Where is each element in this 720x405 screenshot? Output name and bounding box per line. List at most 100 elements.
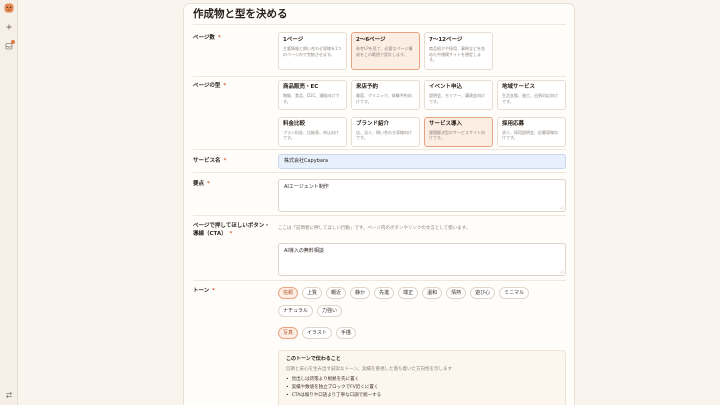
form-card: 作成物と型を決める ページ数 * 1ページ 主要情報と問い合わせ導線を1つのペー… — [183, 3, 575, 405]
tone-chips: 信頼 上質 親近 静か 先進 端正 温和 情熱 遊び心 ミニマル ナチュラル 力… — [278, 287, 566, 317]
option-title: 1ページ — [283, 37, 304, 43]
field-label: ページの型 * — [193, 82, 278, 149]
page-type-option[interactable]: 採用応募 求人、採用説明会、応募導線向けです。 — [497, 116, 566, 147]
field-label: 要点 * — [193, 180, 278, 215]
service-name-input[interactable]: 株式会社Capybara — [278, 154, 566, 169]
tone-chip[interactable]: 先進 — [374, 287, 395, 299]
card-header: 作成物と型を決める — [193, 4, 566, 25]
inbox-icon[interactable] — [5, 40, 15, 50]
page-count-field: ページ数 * 1ページ 主要情報と問い合わせ導線を1つのページ内で完結させます。… — [193, 25, 566, 77]
media-style-chips: 写真 イラスト 手描 — [278, 327, 566, 339]
option-title: ブランド紹介 — [356, 120, 390, 127]
key-points-textarea[interactable]: AIエージェント制作 — [278, 179, 566, 212]
sparkle-plus-icon[interactable] — [5, 23, 13, 31]
service-name-field: サービス名 * 株式会社Capybara — [193, 150, 566, 173]
media-chip[interactable]: 手描 — [335, 327, 356, 339]
option-description: 美容、クリニック、体験予約向けです。 — [356, 93, 412, 104]
option-description: 主要情報と問い合わせ導線を1つのページ内で完結させます。 — [283, 46, 342, 57]
service-name-control: 株式会社Capybara — [278, 154, 566, 172]
field-label-text: サービス名 — [193, 158, 221, 164]
field-label: ページで押してほしいボタン・導線（CTA） * — [193, 222, 278, 280]
cta-field: ページで押してほしいボタン・導線（CTA） * ここは「訪問者に押してほしい行動… — [193, 216, 566, 281]
notification-badge — [11, 40, 15, 44]
swap-arrows-icon[interactable] — [5, 391, 13, 399]
page-count-option[interactable]: 7〜12ページ 商品紹介や採用、事例などを含めた中規模サイトを想定します。 — [424, 32, 493, 70]
required-mark: * — [212, 288, 216, 294]
required-mark: * — [223, 158, 227, 164]
app-logo-icon[interactable] — [4, 3, 14, 13]
field-label-text: ページの型 — [193, 83, 221, 89]
option-description: 生活支援、施工、出張対応向けです。 — [502, 93, 558, 104]
tone-info-box: このトーンで伝わること 信頼と安心を生み出す誠実なトーン。実績を重視した落ち着い… — [278, 350, 566, 405]
option-title: 採用応募 — [502, 120, 525, 127]
tone-info-bullet: 見出しは誇張より根拠を先に置く — [286, 376, 558, 384]
option-description: 物販、食品、D2C、通販向けです。 — [283, 93, 340, 104]
tone-chip[interactable]: 情熱 — [446, 287, 467, 299]
field-label-text: 要点 — [193, 181, 205, 187]
key-points-control: AIエージェント制作 — [278, 179, 566, 215]
key-points-value: AIエージェント制作 — [284, 184, 329, 190]
page-type-option[interactable]: サービス導入 課題解決型のサービスサイト向けです。 — [424, 116, 493, 147]
field-label-text: ページ数 — [193, 35, 215, 41]
field-label: サービス名 * — [193, 157, 278, 172]
tone-chip[interactable]: ナチュラル — [278, 305, 314, 317]
required-mark: * — [217, 35, 221, 41]
resize-grip-icon[interactable] — [559, 205, 564, 210]
option-title: 商品販売・EC — [283, 84, 319, 90]
media-chip[interactable]: イラスト — [302, 327, 332, 339]
option-description: 求人、採用説明会、応募導線向けです。 — [502, 129, 558, 141]
page-type-option[interactable]: イベント申込 説明会、セミナー、講演会向けです。 — [424, 80, 493, 110]
resize-grip-icon[interactable] — [559, 269, 564, 274]
tone-info-list: 見出しは誇張より根拠を先に置く 実績や数値を独立ブロックでFV近くに置く CTA… — [286, 376, 558, 400]
option-title: イベント申込 — [429, 84, 463, 90]
option-description: 店、法人、問い合わせ導線向けです。 — [356, 129, 412, 141]
tone-chip[interactable]: 温和 — [422, 287, 443, 299]
cta-help-text: ここは「訪問者に押してほしい行動」です。ページ内のボタンやリンクの文言として使い… — [278, 226, 471, 231]
option-title: 来店予約 — [356, 84, 379, 90]
key-points-field: 要点 * AIエージェント制作 — [193, 173, 566, 216]
tone-control: 信頼 上質 親近 静か 先進 端正 温和 情熱 遊び心 ミニマル ナチュラル 力… — [278, 287, 566, 405]
page-count-options: 1ページ 主要情報と問い合わせ導線を1つのページ内で完結させます。 2〜6ページ… — [278, 32, 566, 76]
tone-info-description: 信頼と安心を生み出す誠実なトーン。実績を重視した落ち着いた方向性を示します — [286, 367, 453, 372]
tone-chip[interactable]: 端正 — [398, 287, 419, 299]
tone-info-title: このトーンで伝わること — [286, 356, 341, 362]
option-title: 7〜12ページ — [429, 37, 463, 43]
field-label: ページ数 * — [193, 34, 278, 76]
field-label: トーン * — [193, 287, 278, 405]
sidebar — [0, 0, 18, 405]
page-type-option[interactable]: 商品販売・EC 物販、食品、D2C、通販向けです。 — [278, 80, 347, 110]
option-title: 2〜6ページ — [356, 37, 386, 43]
option-title: 料金比較 — [283, 120, 306, 127]
cta-value: AI導入の無料相談 — [284, 248, 324, 254]
field-label-text: トーン — [193, 288, 210, 294]
option-description: プラン料金、比較表、申込向けです。 — [283, 129, 339, 141]
tone-info-bullet: 実績や数値を独立ブロックでFV近くに置く — [286, 384, 558, 392]
tone-chip[interactable]: ミニマル — [499, 287, 530, 299]
media-chip[interactable]: 写真 — [278, 327, 299, 339]
tone-chip[interactable]: 静か — [350, 287, 371, 299]
tone-chip[interactable]: 遊び心 — [470, 287, 496, 299]
tone-info-bullet: CTAは煽りや口語より丁寧な口調で統一する — [286, 392, 558, 400]
cta-textarea[interactable]: AI導入の無料相談 — [278, 243, 566, 276]
tone-chip[interactable]: 親近 — [326, 287, 347, 299]
tone-chip[interactable]: 信頼 — [278, 287, 299, 299]
option-description: 商品紹介や採用、事例などを含めた中規模サイトを想定します。 — [429, 46, 485, 63]
page-title: 作成物と型を決める — [193, 8, 288, 20]
cta-control: ここは「訪問者に押してほしい行動」です。ページ内のボタンやリンクの文言として使い… — [278, 225, 566, 280]
tone-chip[interactable]: 力強い — [317, 305, 343, 317]
page-type-option[interactable]: 来店予約 美容、クリニック、体験予約向けです。 — [351, 80, 420, 110]
page-count-option[interactable]: 2〜6ページ 参考LPを見て、必要なページ構成をこの範囲で設計します。 — [351, 32, 420, 70]
page-type-option[interactable]: 料金比較 プラン料金、比較表、申込向けです。 — [278, 116, 347, 147]
page-type-option[interactable]: 地域サービス 生活支援、施工、出張対応向けです。 — [497, 80, 566, 110]
option-title: 地域サービス — [502, 84, 536, 90]
option-description: 参考LPを見て、必要なページ構成をこの範囲で設計します。 — [356, 46, 413, 57]
required-mark: * — [223, 83, 227, 89]
page-count-option[interactable]: 1ページ 主要情報と問い合わせ導線を1つのページ内で完結させます。 — [278, 32, 347, 70]
page-type-option[interactable]: ブランド紹介 店、法人、問い合わせ導線向けです。 — [351, 116, 420, 147]
page-type-field: ページの型 * 商品販売・EC 物販、食品、D2C、通販向けです。 来店予約 美… — [193, 77, 566, 150]
required-mark: * — [229, 231, 233, 237]
tone-chip[interactable]: 上質 — [302, 287, 323, 299]
option-title: サービス導入 — [429, 120, 463, 127]
option-description: 説明会、セミナー、講演会向けです。 — [429, 93, 485, 104]
option-description: 課題解決型のサービスサイト向けです。 — [429, 129, 485, 141]
